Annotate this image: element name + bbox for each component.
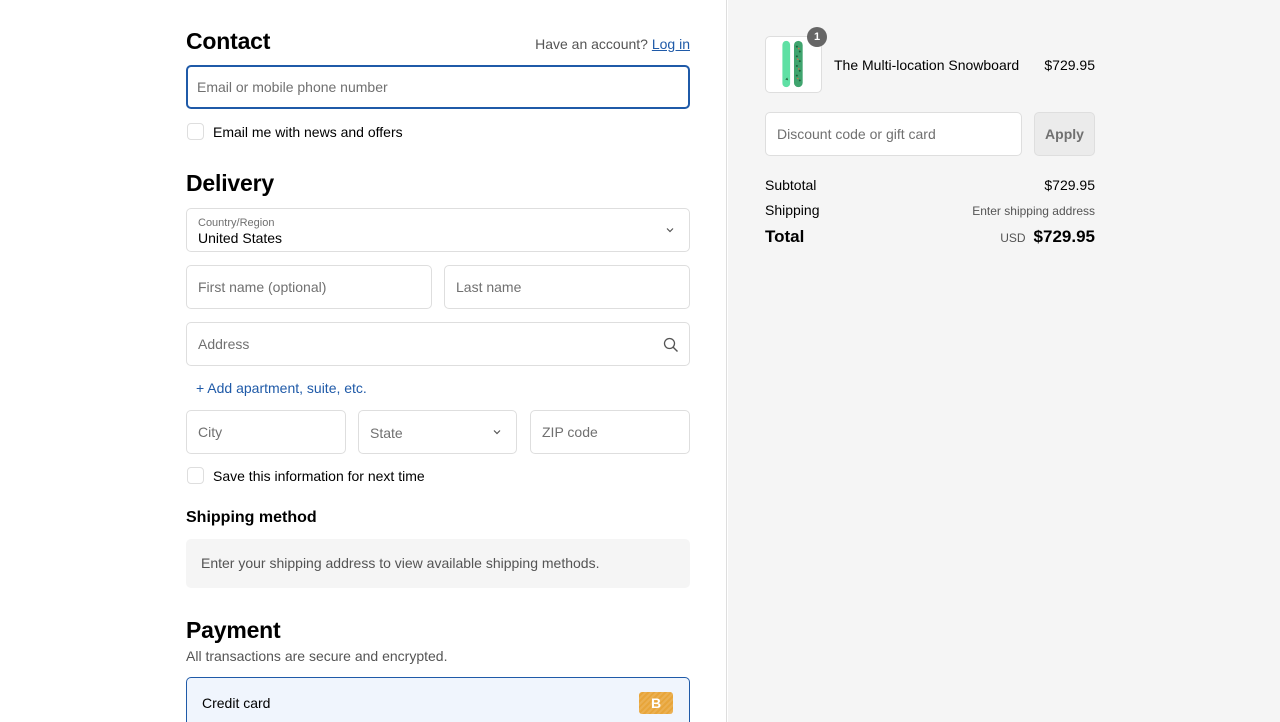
account-prompt-text: Have an account? bbox=[535, 36, 648, 52]
login-link[interactable]: Log in bbox=[652, 36, 690, 52]
credit-card-label: Credit card bbox=[202, 695, 271, 711]
first-name-field[interactable] bbox=[186, 265, 432, 309]
quantity-badge: 1 bbox=[807, 27, 827, 47]
shipping-row: Shipping Enter shipping address bbox=[765, 202, 1095, 218]
chevron-down-icon bbox=[493, 430, 501, 435]
shipping-value: Enter shipping address bbox=[972, 204, 1095, 218]
payment-heading: Payment bbox=[186, 617, 281, 643]
country-select[interactable]: Country/Region United States bbox=[186, 208, 690, 252]
subtotal-value: $729.95 bbox=[1044, 177, 1095, 193]
first-name-input[interactable] bbox=[187, 266, 431, 308]
total-currency: USD bbox=[1000, 231, 1026, 245]
email-input[interactable] bbox=[188, 67, 688, 107]
address-input[interactable] bbox=[187, 323, 689, 365]
save-info-checkbox-row[interactable]: Save this information for next time bbox=[187, 467, 425, 484]
payment-subtitle: All transactions are secure and encrypte… bbox=[186, 648, 448, 664]
apply-button[interactable]: Apply bbox=[1034, 112, 1095, 156]
city-input[interactable] bbox=[187, 411, 345, 453]
state-placeholder: State bbox=[370, 425, 403, 441]
last-name-field[interactable] bbox=[444, 265, 690, 309]
newsletter-checkbox-row[interactable]: Email me with news and offers bbox=[187, 123, 403, 140]
newsletter-checkbox[interactable] bbox=[187, 123, 204, 140]
search-icon bbox=[663, 337, 678, 352]
subtotal-label: Subtotal bbox=[765, 177, 817, 193]
zip-field[interactable] bbox=[530, 410, 690, 454]
save-info-checkbox[interactable] bbox=[187, 467, 204, 484]
discount-input[interactable] bbox=[766, 113, 1021, 155]
discount-field[interactable] bbox=[765, 112, 1022, 156]
total-amount: USD $729.95 bbox=[1000, 227, 1095, 247]
email-field[interactable] bbox=[186, 65, 690, 109]
shipping-method-heading: Shipping method bbox=[186, 509, 317, 526]
save-info-label: Save this information for next time bbox=[213, 467, 425, 484]
credit-card-option[interactable]: Credit card B bbox=[186, 677, 690, 722]
chevron-down-icon bbox=[666, 228, 674, 233]
shipping-label: Shipping bbox=[765, 202, 820, 218]
product-name: The Multi-location Snowboard bbox=[834, 57, 1020, 73]
delivery-heading: Delivery bbox=[186, 170, 274, 196]
address-field[interactable] bbox=[186, 322, 690, 366]
zip-input[interactable] bbox=[531, 411, 689, 453]
total-row: Total USD $729.95 bbox=[765, 227, 1095, 247]
country-label: Country/Region bbox=[198, 217, 275, 229]
last-name-input[interactable] bbox=[445, 266, 689, 308]
account-prompt: Have an account? Log in bbox=[535, 36, 690, 52]
country-value: United States bbox=[198, 230, 283, 246]
subtotal-row: Subtotal $729.95 bbox=[765, 177, 1095, 193]
card-brand-icon: B bbox=[639, 692, 673, 714]
shipping-method-notice: Enter your shipping address to view avai… bbox=[186, 539, 690, 588]
total-label: Total bbox=[765, 227, 805, 246]
add-apartment-link[interactable]: + Add apartment, suite, etc. bbox=[196, 380, 367, 396]
order-summary-pane bbox=[728, 0, 1280, 722]
city-field[interactable] bbox=[186, 410, 346, 454]
contact-heading: Contact bbox=[186, 28, 271, 54]
state-select[interactable]: State bbox=[358, 410, 517, 454]
total-value: $729.95 bbox=[1033, 227, 1095, 246]
product-price: $729.95 bbox=[1044, 57, 1095, 73]
newsletter-label: Email me with news and offers bbox=[213, 123, 403, 140]
